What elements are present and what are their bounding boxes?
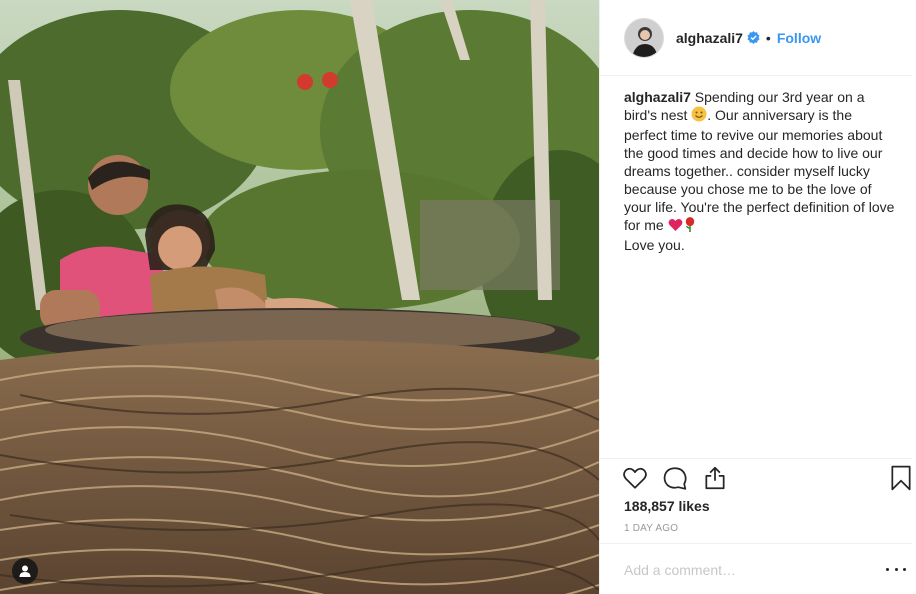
caption-text: Love you. (624, 237, 685, 253)
more-dot (886, 567, 889, 571)
post-actions (600, 458, 912, 498)
post-timestamp[interactable]: 1 DAY AGO (624, 523, 678, 534)
red-heart-emoji-icon (668, 218, 683, 236)
post-caption: alghazali7 Spending our 3rd year on a bi… (624, 88, 904, 254)
comment-input[interactable] (624, 560, 864, 580)
share-button[interactable] (702, 465, 728, 491)
username-link[interactable]: alghazali7 (676, 30, 743, 46)
post-image (0, 0, 599, 594)
more-dot (903, 567, 906, 571)
tagged-users-button[interactable] (12, 558, 38, 584)
smiling-face-emoji-icon (691, 106, 707, 126)
comment-icon (663, 467, 687, 490)
caption-text: the good times and decide how to live ou… (624, 145, 883, 161)
likes-count[interactable]: 188,857 likes (624, 498, 710, 514)
post-sidebar: alghazali7 • Follow alghazali7 Spending … (599, 0, 916, 594)
more-dot (894, 567, 898, 571)
caption-text: perfect time to revive our memories abou… (624, 127, 883, 143)
caption-text: Spending our 3rd year on a (690, 89, 865, 105)
caption-text: because you chose me to be the love of (624, 181, 872, 197)
separator-dot: • (765, 29, 771, 46)
comment-bar (600, 543, 912, 594)
share-icon (705, 466, 725, 490)
verified-badge-icon (747, 31, 760, 44)
caption-text: bird's nest (624, 107, 692, 123)
save-button[interactable] (888, 465, 914, 491)
bookmark-icon (891, 465, 911, 491)
more-options-icon[interactable] (886, 562, 906, 576)
caption-text: . Our anniversary is the (707, 107, 852, 123)
rose-emoji-icon (683, 216, 697, 236)
user-icon (19, 565, 31, 577)
post-header: alghazali7 • Follow (600, 0, 912, 76)
follow-button[interactable]: Follow (777, 30, 821, 46)
avatar-image (625, 18, 663, 57)
comment-button[interactable] (662, 465, 688, 491)
like-button[interactable] (622, 465, 648, 491)
caption-text: for me (624, 217, 668, 233)
caption-text: dreams together.. consider myself lucky (624, 163, 870, 179)
heart-icon (623, 467, 647, 489)
avatar[interactable] (624, 17, 664, 58)
post-photo[interactable] (0, 0, 599, 594)
caption-text: your life. You're the perfect definition… (624, 199, 895, 215)
caption-username-link[interactable]: alghazali7 (624, 89, 691, 105)
